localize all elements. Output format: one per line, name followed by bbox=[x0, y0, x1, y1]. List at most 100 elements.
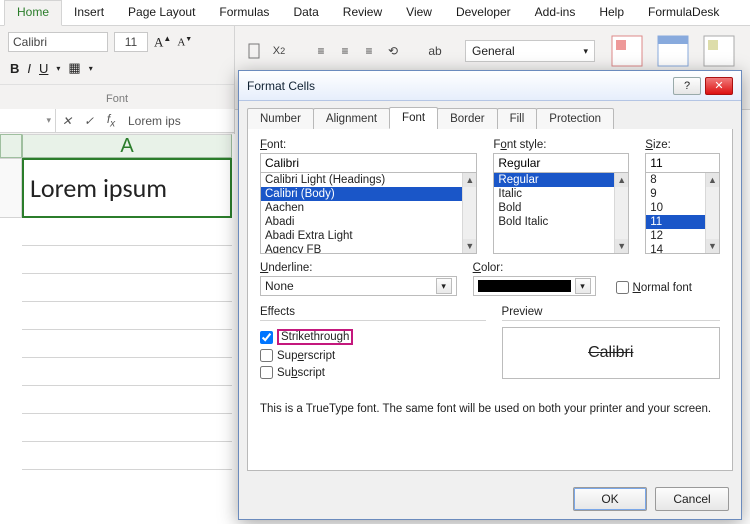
font-list-item[interactable]: Calibri (Body) bbox=[261, 187, 476, 201]
font-list-item[interactable]: Abadi bbox=[261, 215, 476, 229]
strikethrough-checkbox[interactable]: Strikethrough bbox=[260, 329, 486, 345]
font-list-item[interactable]: Aachen bbox=[261, 201, 476, 215]
font-info-text: This is a TrueType font. The same font w… bbox=[260, 403, 720, 415]
clipboard-icon[interactable] bbox=[245, 41, 265, 61]
scroll-down-icon[interactable]: ▼ bbox=[706, 239, 719, 253]
cell-styles-icon[interactable] bbox=[698, 32, 740, 70]
font-list-item[interactable]: Abadi Extra Light bbox=[261, 229, 476, 243]
border-button[interactable]: ▦ bbox=[68, 60, 80, 76]
color-selector[interactable]: ▾ bbox=[473, 276, 596, 296]
increase-font-icon[interactable]: A▲ bbox=[154, 34, 171, 50]
cancel-formula-icon[interactable]: ✕ bbox=[56, 114, 78, 128]
scroll-up-icon[interactable]: ▲ bbox=[615, 173, 628, 187]
superscript-input[interactable] bbox=[260, 349, 273, 362]
size-input[interactable] bbox=[645, 153, 720, 173]
grid-row[interactable] bbox=[22, 218, 232, 246]
close-button[interactable]: ✕ bbox=[705, 77, 733, 95]
name-box-dropdown-icon[interactable]: ▾ bbox=[46, 115, 51, 126]
help-button[interactable]: ? bbox=[673, 77, 701, 95]
column-header-a[interactable]: A bbox=[22, 134, 232, 158]
dialog-tab-protection[interactable]: Protection bbox=[536, 108, 614, 130]
grid-row[interactable] bbox=[22, 414, 232, 442]
grid-row[interactable] bbox=[22, 246, 232, 274]
cell-a1[interactable]: Lorem ipsum bbox=[22, 158, 232, 218]
font-size-selector[interactable]: 11 bbox=[114, 32, 148, 52]
italic-button[interactable]: I bbox=[27, 61, 31, 76]
style-list-item[interactable]: Bold Italic bbox=[494, 215, 628, 229]
name-box[interactable]: ▾ bbox=[0, 109, 56, 132]
dialog-tab-alignment[interactable]: Alignment bbox=[313, 108, 390, 130]
font-list-item[interactable]: Calibri Light (Headings) bbox=[261, 173, 476, 187]
dialog-title-bar[interactable]: Format Cells ? ✕ bbox=[239, 71, 741, 101]
ribbon-tab-addins[interactable]: Add-ins bbox=[523, 1, 588, 25]
ribbon-tab-page-layout[interactable]: Page Layout bbox=[116, 1, 207, 25]
cancel-button[interactable]: Cancel bbox=[655, 487, 729, 511]
underline-dropdown-icon[interactable]: ▾ bbox=[56, 64, 60, 73]
fx-icon[interactable]: fx bbox=[100, 112, 122, 129]
subscript-checkbox[interactable]: Subscript bbox=[260, 366, 486, 379]
font-style-input[interactable] bbox=[493, 153, 629, 173]
grid-row[interactable] bbox=[22, 358, 232, 386]
ribbon-tab-developer[interactable]: Developer bbox=[444, 1, 523, 25]
worksheet-grid[interactable]: A Lorem ipsum bbox=[0, 134, 235, 524]
font-listbox[interactable]: Calibri Light (Headings) Calibri (Body) … bbox=[260, 172, 477, 254]
style-list-item[interactable]: Regular bbox=[494, 173, 628, 187]
ribbon-tab-review[interactable]: Review bbox=[331, 1, 394, 25]
font-list-item[interactable]: Agency FB bbox=[261, 243, 476, 254]
bold-button[interactable]: B bbox=[10, 61, 19, 76]
font-style-listbox[interactable]: Regular Italic Bold Bold Italic ▲▼ bbox=[493, 172, 629, 254]
underline-selector[interactable]: None▾ bbox=[260, 276, 457, 296]
size-listbox[interactable]: 8 9 10 11 12 14 ▲▼ bbox=[645, 172, 720, 254]
formula-input[interactable]: Lorem ips bbox=[122, 114, 234, 128]
font-name-selector[interactable]: Calibri bbox=[8, 32, 108, 52]
scroll-down-icon[interactable]: ▼ bbox=[615, 239, 628, 253]
dialog-tab-number[interactable]: Number bbox=[247, 108, 314, 130]
ribbon-tab-view[interactable]: View bbox=[394, 1, 444, 25]
border-dropdown-icon[interactable]: ▾ bbox=[89, 64, 93, 73]
select-all-cell[interactable] bbox=[0, 134, 22, 158]
conditional-formatting-icon[interactable] bbox=[606, 32, 648, 70]
scrollbar[interactable]: ▲▼ bbox=[614, 173, 628, 253]
subscript-input[interactable] bbox=[260, 366, 273, 379]
enter-formula-icon[interactable]: ✓ bbox=[78, 114, 100, 128]
row-header[interactable] bbox=[0, 158, 22, 218]
number-format-selector[interactable]: General▾ bbox=[465, 40, 595, 62]
grid-row[interactable] bbox=[22, 302, 232, 330]
grid-row[interactable] bbox=[22, 386, 232, 414]
dialog-tab-font[interactable]: Font bbox=[389, 107, 438, 129]
scrollbar[interactable]: ▲▼ bbox=[705, 173, 719, 253]
ok-button[interactable]: OK bbox=[573, 487, 647, 511]
normal-font-checkbox[interactable]: Normal font bbox=[616, 281, 720, 294]
align-middle-icon[interactable]: ≡ bbox=[335, 41, 355, 61]
scroll-up-icon[interactable]: ▲ bbox=[463, 173, 476, 187]
super-sub-icon[interactable]: X2 bbox=[269, 41, 289, 61]
grid-row[interactable] bbox=[22, 442, 232, 470]
scrollbar[interactable]: ▲▼ bbox=[462, 173, 476, 253]
scroll-down-icon[interactable]: ▼ bbox=[463, 239, 476, 253]
normal-font-input[interactable] bbox=[616, 281, 629, 294]
align-bottom-icon[interactable]: ≡ bbox=[359, 41, 379, 61]
scroll-up-icon[interactable]: ▲ bbox=[706, 173, 719, 187]
font-input[interactable] bbox=[260, 153, 477, 173]
format-as-table-icon[interactable] bbox=[652, 32, 694, 70]
ribbon-tab-formulas[interactable]: Formulas bbox=[207, 1, 281, 25]
strikethrough-input[interactable] bbox=[260, 331, 273, 344]
style-list-item[interactable]: Bold bbox=[494, 201, 628, 215]
ribbon-tab-formuladesk[interactable]: FormulaDesk bbox=[636, 1, 731, 25]
underline-button[interactable]: U bbox=[39, 61, 48, 76]
grid-row[interactable] bbox=[22, 274, 232, 302]
dialog-tab-border[interactable]: Border bbox=[437, 108, 498, 130]
superscript-checkbox[interactable]: Superscript bbox=[260, 349, 486, 362]
ribbon-tab-help[interactable]: Help bbox=[587, 1, 636, 25]
decrease-font-icon[interactable]: A▼ bbox=[177, 36, 192, 49]
align-top-icon[interactable]: ≡ bbox=[311, 41, 331, 61]
row-headers bbox=[0, 134, 22, 524]
ribbon-tab-data[interactable]: Data bbox=[281, 1, 330, 25]
ribbon-tab-insert[interactable]: Insert bbox=[62, 1, 116, 25]
style-list-item[interactable]: Italic bbox=[494, 187, 628, 201]
wrap-text-icon[interactable]: ab bbox=[425, 41, 445, 61]
grid-row[interactable] bbox=[22, 330, 232, 358]
dialog-tab-fill[interactable]: Fill bbox=[497, 108, 538, 130]
ribbon-tab-home[interactable]: Home bbox=[4, 0, 62, 26]
orientation-icon[interactable]: ⟲ bbox=[383, 41, 403, 61]
